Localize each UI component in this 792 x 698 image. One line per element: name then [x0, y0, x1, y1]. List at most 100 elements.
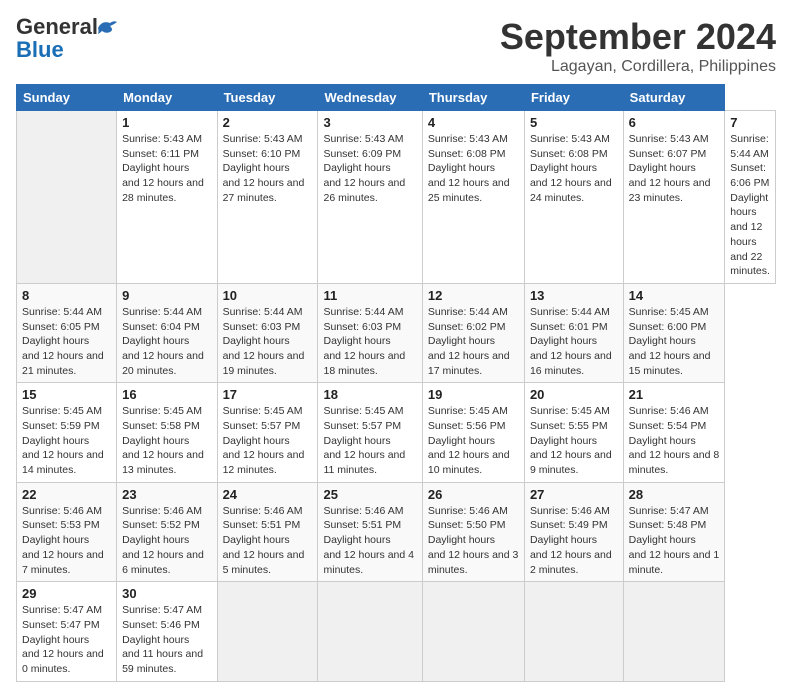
day-number: 16: [122, 387, 211, 402]
calendar-cell: 18 Sunrise: 5:45 AM Sunset: 5:57 PM Dayl…: [318, 383, 422, 482]
day-info: Sunrise: 5:43 AM Sunset: 6:08 PM Dayligh…: [428, 132, 519, 205]
day-number: 24: [223, 487, 313, 502]
calendar-cell: 8 Sunrise: 5:44 AM Sunset: 6:05 PM Dayli…: [17, 283, 117, 382]
day-number: 28: [629, 487, 720, 502]
calendar-cell: 6 Sunrise: 5:43 AM Sunset: 6:07 PM Dayli…: [623, 111, 725, 284]
day-info: Sunrise: 5:46 AM Sunset: 5:54 PM Dayligh…: [629, 404, 720, 477]
calendar-table: SundayMondayTuesdayWednesdayThursdayFrid…: [16, 84, 776, 682]
calendar-cell: 5 Sunrise: 5:43 AM Sunset: 6:08 PM Dayli…: [524, 111, 623, 284]
weekday-header-friday: Friday: [524, 85, 623, 111]
calendar-cell: 4 Sunrise: 5:43 AM Sunset: 6:08 PM Dayli…: [422, 111, 524, 284]
title-block: September 2024 Lagayan, Cordillera, Phil…: [500, 16, 776, 76]
day-info: Sunrise: 5:44 AM Sunset: 6:04 PM Dayligh…: [122, 305, 211, 378]
day-info: Sunrise: 5:44 AM Sunset: 6:03 PM Dayligh…: [323, 305, 416, 378]
calendar-cell: 29 Sunrise: 5:47 AM Sunset: 5:47 PM Dayl…: [17, 582, 117, 681]
weekday-header-monday: Monday: [117, 85, 217, 111]
calendar-cell: 27 Sunrise: 5:46 AM Sunset: 5:49 PM Dayl…: [524, 482, 623, 581]
calendar-cell: 14 Sunrise: 5:45 AM Sunset: 6:00 PM Dayl…: [623, 283, 725, 382]
calendar-cell: [318, 582, 422, 681]
page-header: GeneralBlue September 2024 Lagayan, Cord…: [16, 16, 776, 76]
day-number: 5: [530, 115, 618, 130]
day-info: Sunrise: 5:43 AM Sunset: 6:08 PM Dayligh…: [530, 132, 618, 205]
logo-text: GeneralBlue: [16, 14, 98, 62]
day-info: Sunrise: 5:43 AM Sunset: 6:09 PM Dayligh…: [323, 132, 416, 205]
day-number: 15: [22, 387, 111, 402]
day-number: 11: [323, 288, 416, 303]
calendar-cell: 15 Sunrise: 5:45 AM Sunset: 5:59 PM Dayl…: [17, 383, 117, 482]
calendar-cell: 13 Sunrise: 5:44 AM Sunset: 6:01 PM Dayl…: [524, 283, 623, 382]
day-number: 26: [428, 487, 519, 502]
day-info: Sunrise: 5:44 AM Sunset: 6:05 PM Dayligh…: [22, 305, 111, 378]
day-number: 9: [122, 288, 211, 303]
day-number: 23: [122, 487, 211, 502]
day-number: 1: [122, 115, 211, 130]
day-info: Sunrise: 5:45 AM Sunset: 5:56 PM Dayligh…: [428, 404, 519, 477]
calendar-cell: [623, 582, 725, 681]
calendar-cell: 3 Sunrise: 5:43 AM Sunset: 6:09 PM Dayli…: [318, 111, 422, 284]
day-info: Sunrise: 5:44 AM Sunset: 6:01 PM Dayligh…: [530, 305, 618, 378]
logo: GeneralBlue: [16, 16, 98, 62]
day-number: 10: [223, 288, 313, 303]
calendar-cell: 17 Sunrise: 5:45 AM Sunset: 5:57 PM Dayl…: [217, 383, 318, 482]
calendar-cell: 22 Sunrise: 5:46 AM Sunset: 5:53 PM Dayl…: [17, 482, 117, 581]
calendar-week-3: 22 Sunrise: 5:46 AM Sunset: 5:53 PM Dayl…: [17, 482, 776, 581]
day-number: 22: [22, 487, 111, 502]
calendar-cell: 10 Sunrise: 5:44 AM Sunset: 6:03 PM Dayl…: [217, 283, 318, 382]
calendar-cell: [422, 582, 524, 681]
weekday-header-tuesday: Tuesday: [217, 85, 318, 111]
day-info: Sunrise: 5:47 AM Sunset: 5:47 PM Dayligh…: [22, 603, 111, 676]
day-info: Sunrise: 5:45 AM Sunset: 6:00 PM Dayligh…: [629, 305, 720, 378]
day-info: Sunrise: 5:45 AM Sunset: 5:57 PM Dayligh…: [323, 404, 416, 477]
logo-bird-icon: [96, 18, 118, 36]
day-number: 21: [629, 387, 720, 402]
month-title: September 2024: [500, 16, 776, 58]
calendar-cell: 11 Sunrise: 5:44 AM Sunset: 6:03 PM Dayl…: [318, 283, 422, 382]
day-info: Sunrise: 5:46 AM Sunset: 5:52 PM Dayligh…: [122, 504, 211, 577]
calendar-cell: 24 Sunrise: 5:46 AM Sunset: 5:51 PM Dayl…: [217, 482, 318, 581]
day-info: Sunrise: 5:46 AM Sunset: 5:51 PM Dayligh…: [323, 504, 416, 577]
day-number: 30: [122, 586, 211, 601]
calendar-cell: [524, 582, 623, 681]
day-number: 7: [730, 115, 770, 130]
calendar-week-4: 29 Sunrise: 5:47 AM Sunset: 5:47 PM Dayl…: [17, 582, 776, 681]
day-info: Sunrise: 5:45 AM Sunset: 5:57 PM Dayligh…: [223, 404, 313, 477]
day-number: 6: [629, 115, 720, 130]
day-info: Sunrise: 5:43 AM Sunset: 6:07 PM Dayligh…: [629, 132, 720, 205]
day-info: Sunrise: 5:46 AM Sunset: 5:50 PM Dayligh…: [428, 504, 519, 577]
calendar-cell: 12 Sunrise: 5:44 AM Sunset: 6:02 PM Dayl…: [422, 283, 524, 382]
day-number: 18: [323, 387, 416, 402]
calendar-cell: [217, 582, 318, 681]
day-info: Sunrise: 5:45 AM Sunset: 5:58 PM Dayligh…: [122, 404, 211, 477]
calendar-cell: 1 Sunrise: 5:43 AM Sunset: 6:11 PM Dayli…: [117, 111, 217, 284]
day-info: Sunrise: 5:43 AM Sunset: 6:10 PM Dayligh…: [223, 132, 313, 205]
day-number: 19: [428, 387, 519, 402]
calendar-cell: 28 Sunrise: 5:47 AM Sunset: 5:48 PM Dayl…: [623, 482, 725, 581]
day-number: 20: [530, 387, 618, 402]
location-title: Lagayan, Cordillera, Philippines: [500, 58, 776, 76]
day-number: 2: [223, 115, 313, 130]
calendar-week-0: 1 Sunrise: 5:43 AM Sunset: 6:11 PM Dayli…: [17, 111, 776, 284]
day-number: 17: [223, 387, 313, 402]
day-number: 29: [22, 586, 111, 601]
day-number: 8: [22, 288, 111, 303]
calendar-cell: 21 Sunrise: 5:46 AM Sunset: 5:54 PM Dayl…: [623, 383, 725, 482]
calendar-cell: 25 Sunrise: 5:46 AM Sunset: 5:51 PM Dayl…: [318, 482, 422, 581]
day-info: Sunrise: 5:47 AM Sunset: 5:48 PM Dayligh…: [629, 504, 720, 577]
day-info: Sunrise: 5:47 AM Sunset: 5:46 PM Dayligh…: [122, 603, 211, 676]
empty-cell: [17, 111, 117, 284]
day-info: Sunrise: 5:46 AM Sunset: 5:49 PM Dayligh…: [530, 504, 618, 577]
day-number: 4: [428, 115, 519, 130]
day-number: 3: [323, 115, 416, 130]
weekday-header-thursday: Thursday: [422, 85, 524, 111]
calendar-cell: 2 Sunrise: 5:43 AM Sunset: 6:10 PM Dayli…: [217, 111, 318, 284]
day-number: 13: [530, 288, 618, 303]
day-number: 12: [428, 288, 519, 303]
calendar-week-1: 8 Sunrise: 5:44 AM Sunset: 6:05 PM Dayli…: [17, 283, 776, 382]
calendar-cell: 9 Sunrise: 5:44 AM Sunset: 6:04 PM Dayli…: [117, 283, 217, 382]
day-info: Sunrise: 5:46 AM Sunset: 5:53 PM Dayligh…: [22, 504, 111, 577]
day-number: 27: [530, 487, 618, 502]
calendar-cell: 16 Sunrise: 5:45 AM Sunset: 5:58 PM Dayl…: [117, 383, 217, 482]
calendar-cell: 19 Sunrise: 5:45 AM Sunset: 5:56 PM Dayl…: [422, 383, 524, 482]
calendar-cell: 23 Sunrise: 5:46 AM Sunset: 5:52 PM Dayl…: [117, 482, 217, 581]
day-info: Sunrise: 5:44 AM Sunset: 6:03 PM Dayligh…: [223, 305, 313, 378]
